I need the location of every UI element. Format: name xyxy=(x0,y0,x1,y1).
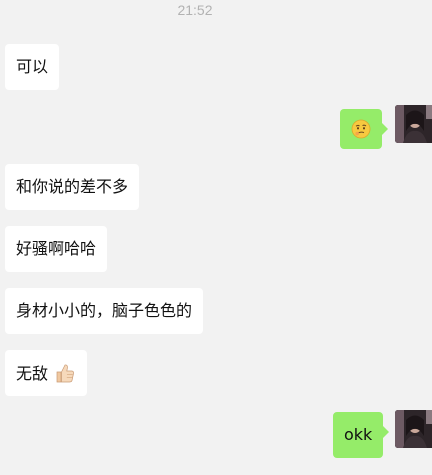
message-text: 好骚啊哈哈 xyxy=(16,239,97,258)
message-text: 无敌 xyxy=(16,364,49,383)
message-text: 身材小小的，脑子色色的 xyxy=(16,301,193,320)
incoming-message-bubble[interactable]: 无敌 xyxy=(5,350,88,396)
message-text: 可以 xyxy=(16,57,49,76)
message-text: okk xyxy=(344,425,373,444)
incoming-message-bubble[interactable]: 身材小小的，脑子色色的 xyxy=(5,288,204,334)
message-text: 和你说的差不多 xyxy=(16,177,129,196)
incoming-message-bubble[interactable]: 好骚啊哈哈 xyxy=(5,226,108,272)
user-avatar[interactable] xyxy=(395,105,432,143)
user-avatar[interactable] xyxy=(395,410,432,448)
message-timestamp: 21:52 xyxy=(177,2,213,18)
outgoing-emoji-bubble[interactable] xyxy=(340,109,388,149)
incoming-message-bubble[interactable]: 可以 xyxy=(5,44,60,90)
thumbs-up-emoji xyxy=(54,362,76,384)
thinking-face-emoji xyxy=(351,119,371,139)
outgoing-message-bubble[interactable]: okk xyxy=(333,412,390,458)
incoming-message-bubble[interactable]: 和你说的差不多 xyxy=(5,164,140,210)
